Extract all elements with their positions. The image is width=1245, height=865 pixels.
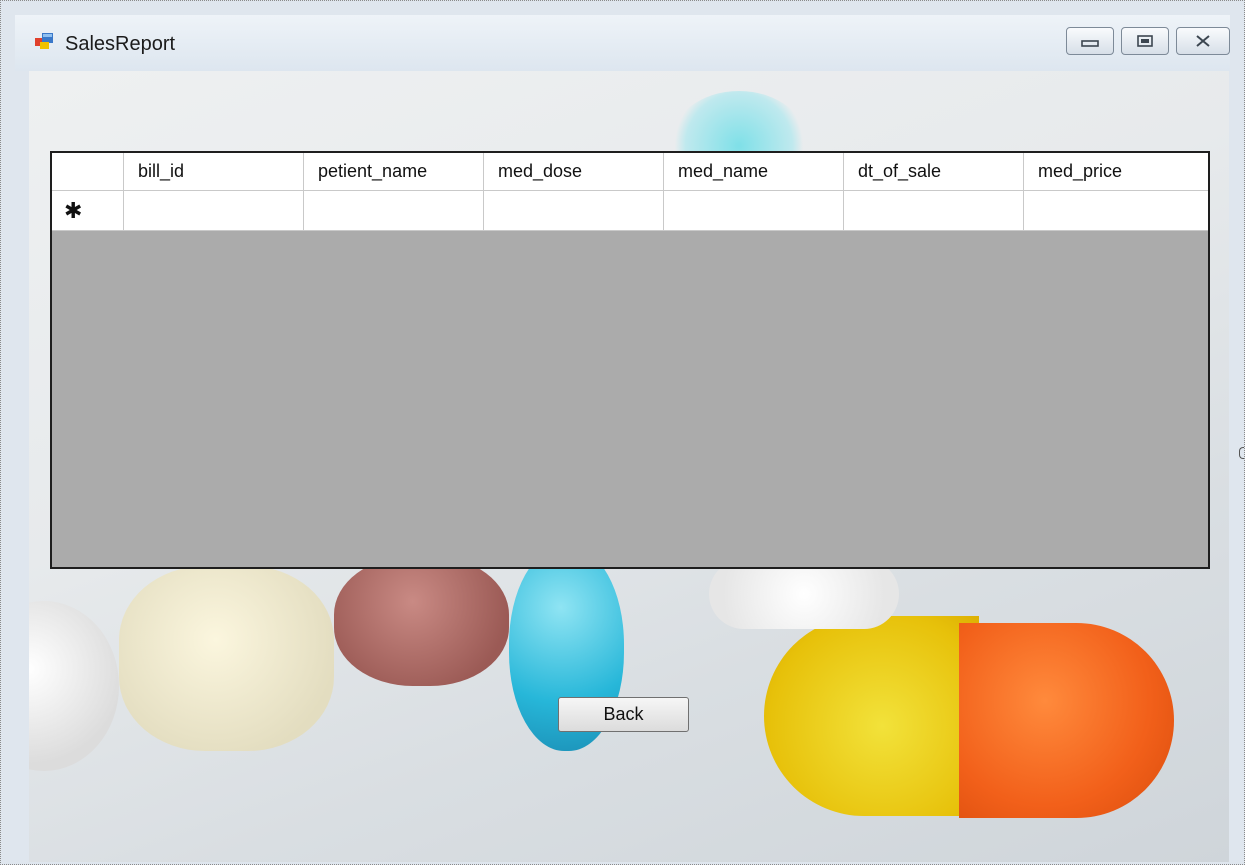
cell-med-price[interactable]	[1024, 191, 1204, 230]
cell-dt-of-sale[interactable]	[844, 191, 1024, 230]
sales-data-grid[interactable]: bill_id petient_name med_dose med_name d…	[50, 151, 1210, 569]
window-controls	[1066, 27, 1230, 55]
restore-button[interactable]	[1121, 27, 1169, 55]
background-pill-white	[29, 601, 119, 771]
app-icon	[35, 33, 53, 49]
minimize-button[interactable]	[1066, 27, 1114, 55]
grid-header-row: bill_id petient_name med_dose med_name d…	[52, 153, 1208, 191]
close-icon	[1196, 35, 1210, 47]
maximize-icon	[1137, 35, 1153, 47]
column-header-med-name[interactable]: med_name	[664, 153, 844, 190]
background-pill-cream	[119, 566, 334, 751]
minimize-icon	[1081, 40, 1099, 47]
column-header-dt-of-sale[interactable]: dt_of_sale	[844, 153, 1024, 190]
new-row: ✱	[52, 191, 1208, 231]
new-row-marker-icon[interactable]: ✱	[52, 191, 124, 230]
cell-med-name[interactable]	[664, 191, 844, 230]
close-button[interactable]	[1176, 27, 1230, 55]
sales-report-window: SalesReport bill_id petient_name med_dos…	[0, 0, 1245, 865]
window-resize-edge[interactable]	[1239, 447, 1244, 459]
background-capsule-yellow	[764, 616, 979, 816]
cell-petient-name[interactable]	[304, 191, 484, 230]
column-header-med-dose[interactable]: med_dose	[484, 153, 664, 190]
background-capsule-orange	[959, 623, 1174, 818]
cell-med-dose[interactable]	[484, 191, 664, 230]
window-title: SalesReport	[65, 33, 176, 55]
title-bar[interactable]: SalesReport	[15, 15, 1230, 71]
column-header-med-price[interactable]: med_price	[1024, 153, 1204, 190]
cell-bill-id[interactable]	[124, 191, 304, 230]
background-pill-white-right	[709, 559, 899, 629]
background-pill-brown	[334, 556, 509, 686]
back-button[interactable]: Back	[558, 697, 689, 732]
row-header-corner[interactable]	[52, 153, 124, 190]
column-header-petient-name[interactable]: petient_name	[304, 153, 484, 190]
column-header-bill-id[interactable]: bill_id	[124, 153, 304, 190]
